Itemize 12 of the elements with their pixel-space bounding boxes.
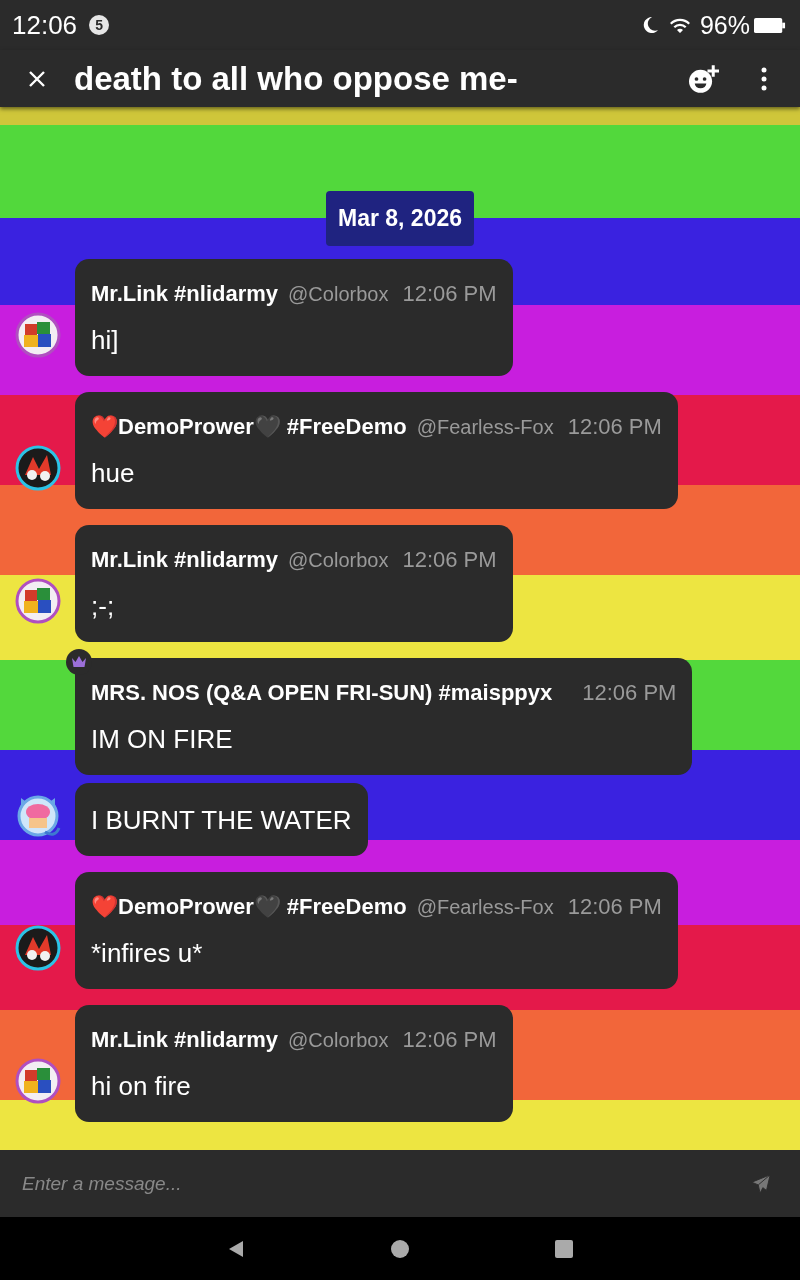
message-composer[interactable]: Enter a message... (0, 1150, 800, 1217)
chat-title: death to all who oppose me- (74, 59, 519, 98)
home-icon (390, 1238, 410, 1259)
recents-icon (554, 1238, 574, 1259)
battery-percent: 96% (699, 10, 750, 40)
close-icon (27, 68, 47, 89)
message-input[interactable]: Enter a message... (22, 1160, 748, 1207)
more-icon (761, 66, 767, 91)
add-emoji-icon (687, 63, 721, 94)
clock-time: 12:06 (12, 9, 78, 41)
battery-icon (754, 16, 786, 34)
notification-count: 5 (89, 15, 110, 35)
